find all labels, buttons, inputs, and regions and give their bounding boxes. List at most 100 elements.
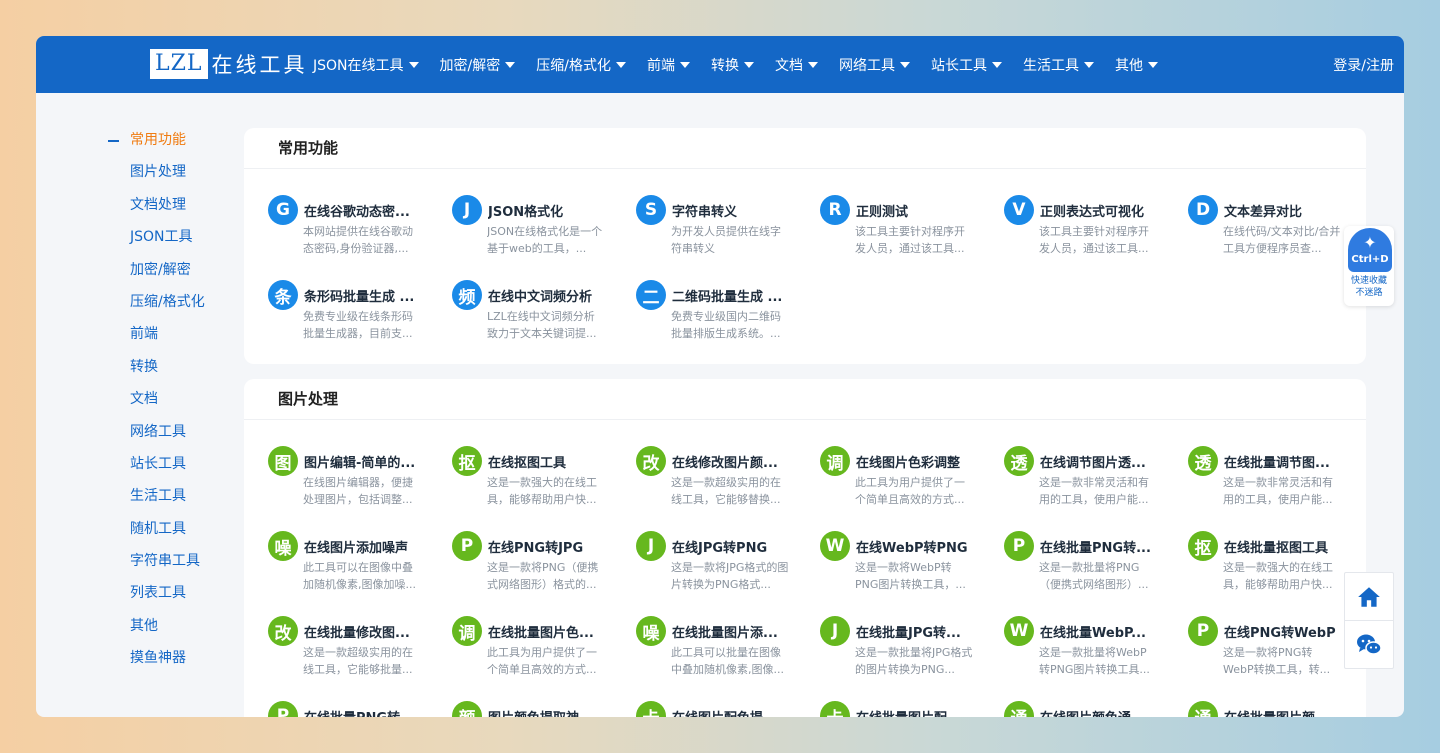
tool-item[interactable]: 二二维码批量生成 ... 免费专业级国内二维码批量排版生成系统。... bbox=[636, 278, 806, 348]
sidebar-item[interactable]: 常用功能 bbox=[106, 130, 246, 162]
sidebar-item[interactable]: 列表工具 bbox=[106, 583, 246, 615]
tool-item[interactable]: D 文本差异对比 在线代码/文本对比/合并工具方便程序员查... bbox=[1188, 193, 1358, 263]
nav-item[interactable]: 生活工具 bbox=[1023, 55, 1094, 75]
tool-item[interactable]: G 在线谷歌动态密... 本网站提供在线谷歌动态密码,身份验证器,... bbox=[268, 193, 438, 263]
tool-item[interactable]: 条条形码批量生成 ... 免费专业级在线条形码批量生成器，目前支... bbox=[268, 278, 438, 348]
tool-letter-icon: 抠 bbox=[452, 446, 482, 476]
tool-item[interactable]: 透在线调节图片透... 这是一款非常灵活和有用的工具，使用户能... bbox=[1004, 444, 1174, 514]
tool-name: 在线图片色彩调整 bbox=[856, 456, 961, 471]
tool-item[interactable]: 抠在线抠图工具 这是一款强大的在线工具，能够帮助用户快... bbox=[452, 444, 622, 514]
tool-description: 在线代码/文本对比/合并工具方便程序员查... bbox=[1223, 225, 1341, 255]
tool-item[interactable]: S 字符串转义 为开发人员提供在线字符串转义 bbox=[636, 193, 806, 263]
nav-item-label: 其他 bbox=[1114, 57, 1143, 74]
nav-item[interactable]: 站长工具 bbox=[931, 55, 1002, 75]
caret-down-icon bbox=[679, 61, 690, 68]
nav-item[interactable]: 文档 bbox=[775, 55, 818, 75]
nav-item[interactable]: 转换 bbox=[711, 55, 754, 75]
tool-description: 该工具主要针对程序开发人员，通过该工具... bbox=[1039, 225, 1149, 255]
tool-item[interactable]: W 在线WebP转PNG 这是一款将WebP转PNG图片转换工具，... bbox=[820, 529, 990, 599]
sidebar-item[interactable]: JSON工具 bbox=[106, 227, 246, 259]
sidebar-item[interactable]: 转换 bbox=[106, 357, 246, 389]
tool-item[interactable]: V 正则表达式可视化 该工具主要针对程序开发人员，通过该工具... bbox=[1004, 193, 1174, 263]
tool-letter-icon: 卡 bbox=[820, 701, 850, 717]
tool-letter-icon: 透 bbox=[1004, 446, 1034, 476]
tool-name: 二维码批量生成 ... bbox=[672, 290, 783, 305]
tool-item[interactable]: W 在线批量WebP... 这是一款批量将WebP转PNG图片转换工具... bbox=[1004, 614, 1174, 684]
bookmark-badge: ✦ Ctrl+D bbox=[1348, 228, 1392, 272]
nav-item[interactable]: 网络工具 bbox=[839, 55, 910, 75]
tool-item[interactable]: P 在线PNG转JPG 这是一款将PNG（便携式网络图形）格式的... bbox=[452, 529, 622, 599]
nav-item-label: 文档 bbox=[774, 57, 803, 74]
tool-description: 这是一款将PNG转WebP转换工具，转... bbox=[1223, 646, 1331, 676]
tool-item[interactable]: 改在线修改图片颜... 这是一款超级实用的在线工具，它能够替换... bbox=[636, 444, 806, 514]
tool-name: 正则表达式可视化 bbox=[1040, 205, 1145, 220]
sidebar-item[interactable]: 图片处理 bbox=[106, 162, 246, 194]
tool-name: 在线批量抠图工具 bbox=[1224, 541, 1329, 556]
tool-item[interactable]: 抠在线批量抠图工具 这是一款强大的在线工具，能够帮助用户快... bbox=[1188, 529, 1358, 599]
tool-item[interactable]: 改在线批量修改图... 这是一款超级实用的在线工具，它能够批量... bbox=[268, 614, 438, 684]
tool-name: 在线图片颜色通... bbox=[1040, 707, 1160, 717]
tool-letter-icon: 卡 bbox=[636, 701, 666, 717]
sidebar-item[interactable]: 其他 bbox=[106, 616, 246, 648]
tool-name: 在线图片配色提... bbox=[672, 707, 792, 717]
caret-down-icon bbox=[408, 61, 419, 68]
caret-down-icon bbox=[807, 61, 818, 68]
main-nav: JSON在线工具 加密/解密 压缩/格式化 前端 转换 文档 网络工具 站长工具 生活工具 其他 bbox=[313, 36, 1179, 93]
section-title: 图片处理 bbox=[244, 379, 1366, 420]
sidebar-item[interactable]: 网络工具 bbox=[106, 422, 246, 454]
sidebar-item[interactable]: 加密/解密 bbox=[106, 260, 246, 292]
wechat-button[interactable] bbox=[1345, 621, 1393, 669]
tool-item[interactable]: R 正则测试 该工具主要针对程序开发人员，通过该工具... bbox=[820, 193, 990, 263]
nav-item[interactable]: 压缩/格式化 bbox=[536, 55, 626, 75]
nav-item[interactable]: 加密/解密 bbox=[440, 55, 516, 75]
nav-item[interactable]: 前端 bbox=[647, 55, 690, 75]
tool-item[interactable]: 通在线图片颜色通... bbox=[1004, 699, 1174, 717]
login-register-link[interactable]: 登录/注册 bbox=[1333, 55, 1394, 75]
tool-letter-icon: P bbox=[452, 531, 482, 561]
tool-name: 在线图片添加噪声 bbox=[304, 541, 409, 556]
tool-item[interactable]: 图图片编辑-简单的... 在线图片编辑器，便捷处理图片，包括调整... bbox=[268, 444, 438, 514]
tool-item[interactable]: 调在线批量图片色... 此工具为用户提供了一个简单且高效的方式... bbox=[452, 614, 622, 684]
sidebar-item[interactable]: 文档 bbox=[106, 389, 246, 421]
tool-name: 在线谷歌动态密... bbox=[304, 205, 410, 220]
tool-name: 在线JPG转PNG bbox=[672, 541, 768, 556]
sidebar-item[interactable]: 文档处理 bbox=[106, 195, 246, 227]
sidebar-item[interactable]: 摸鱼神器 bbox=[106, 648, 246, 680]
tool-item[interactable]: 透在线批量调节图... 这是一款非常灵活和有用的工具，使用户能... bbox=[1188, 444, 1358, 514]
bookmark-widget[interactable]: ✦ Ctrl+D 快速收藏 不迷路 bbox=[1344, 226, 1394, 306]
tool-item[interactable]: 颜图片颜色提取神... bbox=[452, 699, 622, 717]
site-logo[interactable]: LZL 在线工具 bbox=[150, 49, 308, 79]
tool-item[interactable]: 卡在线图片配色提... bbox=[636, 699, 806, 717]
tool-item[interactable]: J 在线批量JPG转... 这是一款批量将JPG格式的图片转换为PNG... bbox=[820, 614, 990, 684]
tool-item[interactable]: 卡在线批量图片配... bbox=[820, 699, 990, 717]
sidebar-item[interactable]: 站长工具 bbox=[106, 454, 246, 486]
home-button[interactable] bbox=[1345, 573, 1393, 621]
tool-name: 在线WebP转PNG bbox=[856, 541, 968, 556]
nav-item[interactable]: JSON在线工具 bbox=[313, 55, 419, 75]
tool-description: 该工具主要针对程序开发人员，通过该工具... bbox=[855, 225, 965, 255]
tool-item[interactable]: J JSON格式化 JSON在线格式化是一个基于web的工具，... bbox=[452, 193, 622, 263]
tool-description: 这是一款非常灵活和有用的工具，使用户能... bbox=[1039, 476, 1149, 506]
tool-item[interactable]: 噪在线批量图片添... 此工具可以批量在图像中叠加随机像素,图像... bbox=[636, 614, 806, 684]
logo-box: LZL bbox=[150, 49, 208, 79]
tool-letter-icon: 条 bbox=[268, 280, 298, 310]
tool-item[interactable]: P 在线批量PNG转... 这是一款批量将PNG（便携式网络图形）... bbox=[1004, 529, 1174, 599]
sidebar-item[interactable]: 压缩/格式化 bbox=[106, 292, 246, 324]
tool-name: 在线批量调节图... bbox=[1224, 456, 1330, 471]
sidebar-item[interactable]: 字符串工具 bbox=[106, 551, 246, 583]
nav-item-label: 网络工具 bbox=[838, 57, 895, 74]
tool-item[interactable]: 调在线图片色彩调整 此工具为用户提供了一个简单且高效的方式... bbox=[820, 444, 990, 514]
tool-item[interactable]: J 在线JPG转PNG 这是一款将JPG格式的图片转换为PNG格式... bbox=[636, 529, 806, 599]
wechat-icon bbox=[1357, 634, 1382, 655]
nav-item[interactable]: 其他 bbox=[1115, 55, 1158, 75]
tool-item[interactable]: P 在线PNG转WebP 这是一款将PNG转WebP转换工具，转... bbox=[1188, 614, 1358, 684]
tool-item[interactable]: 噪在线图片添加噪声 此工具可以在图像中叠加随机像素,图像加噪... bbox=[268, 529, 438, 599]
sidebar-item[interactable]: 前端 bbox=[106, 324, 246, 356]
tool-item[interactable]: 通在线批量图片颜... bbox=[1188, 699, 1358, 717]
tool-item[interactable]: P 在线批量PNG转... bbox=[268, 699, 438, 717]
tool-item[interactable]: 频在线中文词频分析 LZL在线中文词频分析致力于文本关键词提... bbox=[452, 278, 622, 348]
tool-name: 在线抠图工具 bbox=[488, 456, 567, 471]
tool-description: 此工具为用户提供了一个简单且高效的方式... bbox=[487, 646, 597, 676]
sidebar-item[interactable]: 随机工具 bbox=[106, 519, 246, 551]
sidebar-item[interactable]: 生活工具 bbox=[106, 486, 246, 518]
